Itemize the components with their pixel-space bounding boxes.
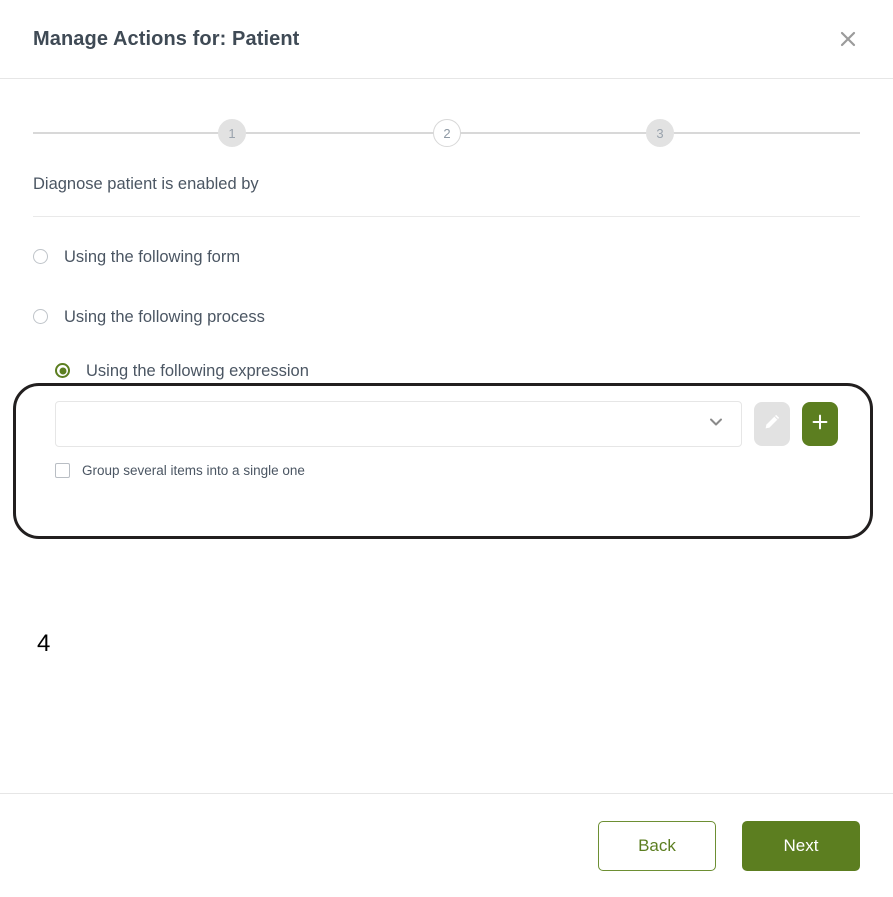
stepper-step-3[interactable]: 3	[646, 119, 674, 147]
stepper-step-1[interactable]: 1	[218, 119, 246, 147]
stepper-step-3-label: 3	[656, 125, 664, 141]
pencil-icon	[761, 411, 783, 436]
expression-controls	[55, 400, 838, 447]
radio-using-form[interactable]	[33, 249, 48, 265]
radio-using-expression[interactable]	[55, 363, 70, 379]
group-items-row[interactable]: Group several items into a single one	[55, 462, 838, 478]
stepper-step-2[interactable]: 2	[433, 119, 461, 147]
add-expression-button[interactable]	[802, 401, 838, 446]
option-using-process[interactable]: Using the following process	[33, 298, 860, 336]
plus-icon	[809, 411, 831, 436]
back-button[interactable]: Back	[598, 820, 716, 871]
group-items-label: Group several items into a single one	[82, 462, 305, 478]
option-using-form[interactable]: Using the following form	[33, 238, 860, 276]
expression-option-group: Using the following expression Group sev…	[33, 358, 860, 478]
option-using-expression[interactable]: Using the following expression	[55, 358, 838, 384]
group-items-checkbox[interactable]	[55, 462, 70, 478]
manage-actions-dialog: Manage Actions for: Patient 1 2 3 Diagno…	[0, 0, 893, 897]
stepper-step-1-label: 1	[228, 125, 236, 141]
dialog-body: 1 2 3 Diagnose patient is enabled by Usi…	[0, 79, 893, 793]
radio-using-process[interactable]	[33, 309, 48, 325]
option-using-expression-label: Using the following expression	[86, 361, 309, 380]
page-title: Manage Actions for: Patient	[33, 28, 300, 50]
edit-expression-button[interactable]	[754, 401, 790, 446]
expression-select[interactable]	[55, 400, 742, 447]
annotation-step-number: 4	[37, 630, 51, 657]
option-using-process-label: Using the following process	[64, 307, 265, 326]
option-using-form-label: Using the following form	[64, 247, 241, 266]
close-icon	[838, 29, 858, 49]
next-button[interactable]: Next	[742, 820, 860, 871]
enablement-options: Using the following form Using the follo…	[33, 238, 860, 478]
stepper-step-2-label: 2	[443, 125, 451, 141]
section-divider	[33, 215, 860, 217]
dialog-header: Manage Actions for: Patient	[0, 0, 893, 79]
chevron-down-icon	[707, 413, 725, 435]
section-label: Diagnose patient is enabled by	[33, 175, 259, 193]
wizard-stepper: 1 2 3	[33, 105, 860, 159]
close-button[interactable]	[831, 22, 865, 56]
dialog-footer: Back Next	[0, 793, 893, 897]
